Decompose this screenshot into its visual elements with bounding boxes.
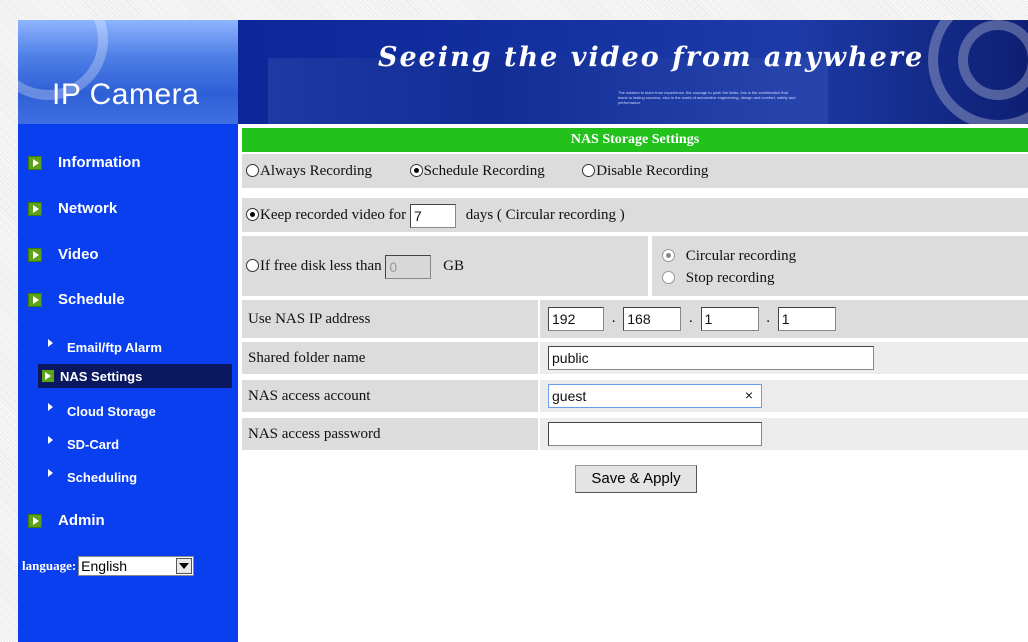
- small-arrow-icon: [48, 436, 53, 444]
- sidebar: Information Network Video Schedule Email…: [18, 124, 238, 642]
- ip-octet-2-input[interactable]: 168: [623, 307, 682, 331]
- radio-label: Circular recording: [685, 248, 797, 264]
- sidebar-subitem-cloud-storage[interactable]: Cloud Storage: [44, 399, 156, 423]
- keep-suffix: days ( Circular recording ): [465, 207, 625, 223]
- nas-password-input[interactable]: [548, 422, 762, 446]
- radio-label: Always Recording: [260, 163, 373, 179]
- ip-separator: .: [689, 310, 693, 327]
- sidebar-subitem-label: Email/ftp Alarm: [67, 339, 162, 355]
- sidebar-subitem-label: Cloud Storage: [67, 403, 156, 419]
- ip-separator: .: [611, 310, 616, 327]
- nas-settings-panel: NAS Storage Settings Always Recording Sc…: [238, 124, 1028, 642]
- nas-ip-value: 192 . 168 . 1 . 1: [540, 300, 1028, 338]
- radio-label: Disable Recording: [596, 163, 709, 179]
- banner-decoration: [958, 20, 1028, 100]
- clear-icon[interactable]: ×: [745, 386, 753, 404]
- shared-folder-row: Shared folder name public: [242, 342, 1028, 374]
- nas-password-label: NAS access password: [242, 418, 538, 450]
- language-picker: language: English: [22, 556, 195, 576]
- free-disk-label: If free disk less than: [260, 258, 382, 274]
- language-select[interactable]: English: [78, 556, 195, 576]
- free-disk-gb-input[interactable]: 0: [385, 254, 432, 279]
- chevron-down-icon[interactable]: [176, 558, 193, 574]
- free-disk-action: Circular recording Stop recording: [652, 236, 1028, 296]
- nas-account-row: NAS access account guest ×: [242, 380, 1028, 412]
- sidebar-item-label: Schedule: [58, 291, 125, 308]
- arrow-right-icon: [28, 292, 42, 307]
- keep-label: Keep recorded video for: [260, 207, 407, 223]
- free-disk-row: If free disk less than 0 GB Circular rec…: [242, 236, 1028, 296]
- radio-disable-recording[interactable]: [582, 164, 596, 177]
- radio-stop-recording[interactable]: [662, 271, 675, 284]
- arrow-right-icon: [42, 370, 54, 382]
- sidebar-item-admin[interactable]: Admin: [28, 512, 105, 529]
- nas-account-value: guest ×: [540, 380, 1028, 412]
- nas-account-text: guest: [552, 388, 587, 404]
- nas-account-label: NAS access account: [242, 380, 538, 412]
- sidebar-item-schedule[interactable]: Schedule: [28, 291, 125, 308]
- free-disk-left: If free disk less than 0 GB: [242, 236, 648, 296]
- sidebar-subitem-nas-settings[interactable]: NAS Settings: [38, 364, 232, 388]
- radio-label: Schedule Recording: [423, 163, 545, 179]
- language-value: English: [81, 558, 128, 574]
- nas-ip-label: Use NAS IP address: [242, 300, 538, 338]
- save-apply-button[interactable]: Save & Apply: [575, 465, 697, 493]
- language-label: language:: [22, 558, 77, 573]
- nas-ip-row: Use NAS IP address 192 . 168 . 1 . 1: [242, 300, 1028, 338]
- shared-folder-label: Shared folder name: [242, 342, 538, 374]
- radio-label: Stop recording: [685, 270, 775, 286]
- radio-free-disk[interactable]: [246, 259, 259, 272]
- sidebar-item-video[interactable]: Video: [28, 246, 99, 263]
- nas-password-value: [540, 418, 1028, 450]
- sidebar-subitem-label: Scheduling: [67, 469, 138, 485]
- shared-folder-input[interactable]: public: [548, 346, 874, 370]
- radio-keep-recorded[interactable]: [246, 208, 259, 221]
- radio-circular-recording[interactable]: [662, 249, 675, 262]
- recording-mode-row: Always Recording Schedule Recording Disa…: [242, 154, 1028, 188]
- shared-folder-value: public: [540, 342, 1028, 374]
- ip-octet-3-input[interactable]: 1: [700, 307, 759, 331]
- small-arrow-icon: [48, 339, 53, 347]
- ip-separator: .: [766, 310, 770, 327]
- gb-unit: GB: [443, 258, 464, 274]
- sidebar-subitem-scheduling[interactable]: Scheduling: [44, 465, 137, 489]
- radio-always-recording[interactable]: [246, 164, 259, 177]
- arrow-right-icon: [28, 513, 42, 528]
- arrow-right-icon: [28, 155, 42, 170]
- nas-account-input[interactable]: guest ×: [548, 384, 762, 408]
- arrow-right-icon: [28, 247, 42, 262]
- sidebar-item-label: Admin: [58, 512, 105, 529]
- keep-video-row: Keep recorded video for 7 days ( Circula…: [242, 198, 1028, 232]
- sidebar-item-label: Information: [58, 154, 141, 171]
- sidebar-item-network[interactable]: Network: [28, 200, 117, 217]
- small-arrow-icon: [48, 469, 53, 477]
- small-arrow-icon: [48, 403, 53, 411]
- arrow-right-icon: [28, 201, 42, 216]
- keep-days-input[interactable]: 7: [409, 203, 456, 228]
- ip-octet-4-input[interactable]: 1: [777, 307, 836, 331]
- sidebar-subitem-email-ftp-alarm[interactable]: Email/ftp Alarm: [44, 335, 162, 359]
- banner-slogan: Seeing the video from anywhere: [378, 42, 925, 73]
- radio-schedule-recording[interactable]: [409, 164, 423, 177]
- sidebar-item-label: Network: [58, 200, 118, 217]
- sidebar-subitem-label: NAS Settings: [60, 368, 143, 384]
- header-banner: IP Camera Seeing the video from anywhere…: [18, 20, 1028, 124]
- sidebar-item-information[interactable]: Information: [28, 154, 141, 171]
- app-logo: IP Camera: [52, 78, 200, 111]
- section-title: NAS Storage Settings: [242, 128, 1028, 152]
- sidebar-item-label: Video: [58, 246, 99, 263]
- banner-fine-print: The wisdom to learn from experience, the…: [618, 90, 796, 105]
- sidebar-subitem-label: SD-Card: [67, 436, 120, 452]
- sidebar-subitem-sd-card[interactable]: SD-Card: [44, 432, 119, 456]
- ip-octet-1-input[interactable]: 192: [548, 307, 604, 331]
- nas-password-row: NAS access password: [242, 418, 1028, 450]
